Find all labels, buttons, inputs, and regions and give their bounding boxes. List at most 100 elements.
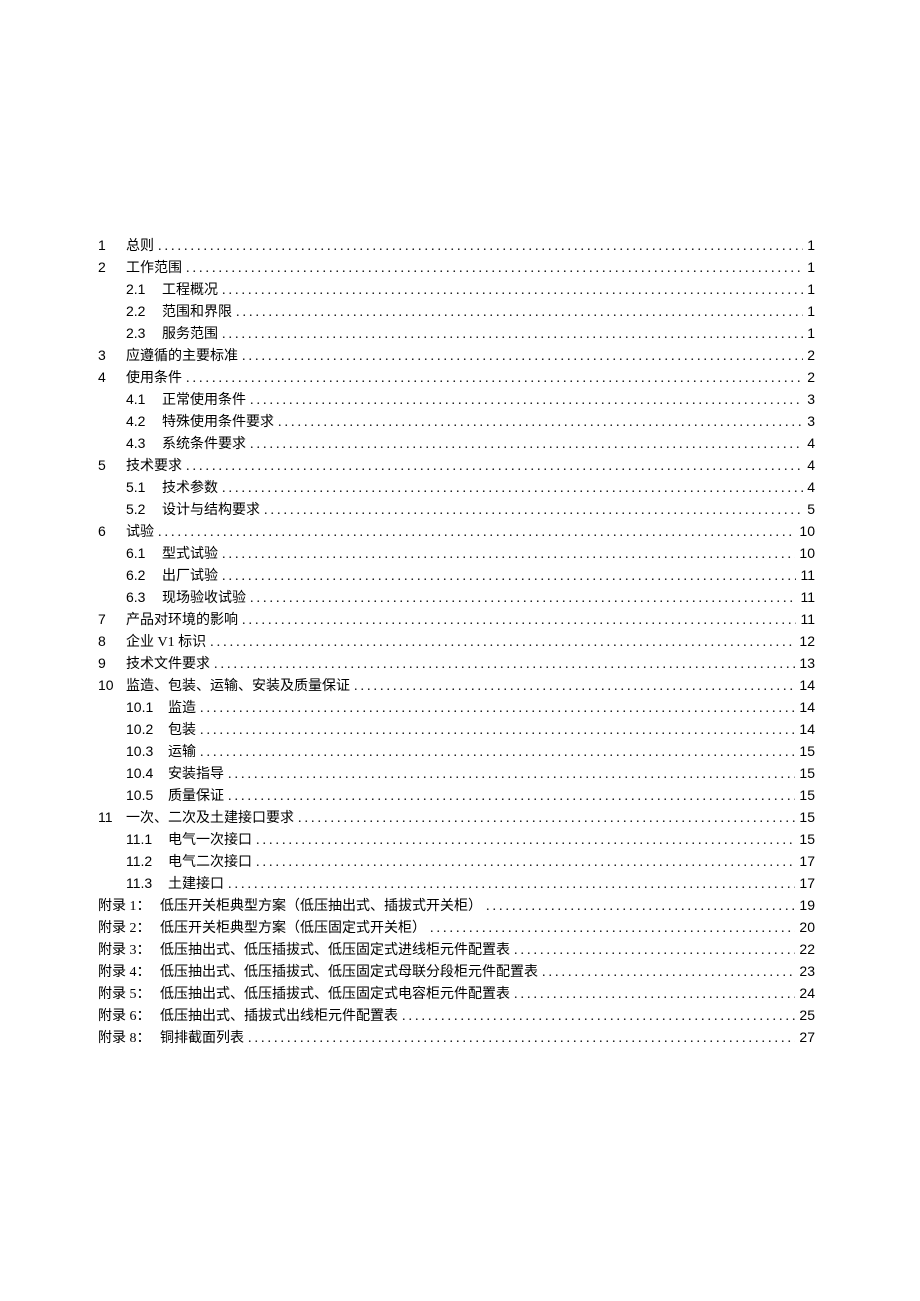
toc-page-number: 1 (803, 279, 815, 300)
toc-number: 3 (98, 345, 126, 366)
toc-entry: 4.3系统条件要求4 (98, 433, 815, 455)
toc-sub-number: 2.2 (126, 301, 162, 322)
toc-number: 9 (98, 653, 126, 674)
toc-title: 工作范围 (126, 258, 186, 279)
toc-entry: 4.1正常使用条件3 (98, 389, 815, 411)
toc-entry: 6.2出厂试验11 (98, 565, 815, 587)
toc-sub-number: 4.2 (126, 411, 162, 432)
toc-title: 低压抽出式、低压插拔式、低压固定式母联分段柜元件配置表 (160, 962, 542, 983)
toc-leader (250, 434, 803, 455)
toc-sub-number: 5.1 (126, 477, 162, 498)
toc-entry: 6试验10 (98, 521, 815, 543)
toc-page-number: 3 (803, 389, 815, 410)
toc-title: 试验 (126, 522, 158, 543)
toc-leader (514, 940, 795, 961)
toc-entry: 附录 8：铜排截面列表27 (98, 1027, 815, 1049)
toc-title: 应遵循的主要标准 (126, 346, 242, 367)
toc-entry: 10.3运输15 (98, 741, 815, 763)
toc-leader (186, 258, 803, 279)
toc-leader (250, 588, 796, 609)
toc-leader (222, 280, 803, 301)
toc-appendix-number: 附录 4： (98, 962, 160, 983)
toc-sub-number: 10.2 (126, 719, 168, 740)
toc-sub-number: 10.3 (126, 741, 168, 762)
toc-leader (210, 632, 795, 653)
toc-title: 技术参数 (162, 478, 222, 499)
toc-number: 6 (98, 521, 126, 542)
toc-page-number: 3 (803, 411, 815, 432)
toc-title: 一次、二次及土建接口要求 (126, 808, 298, 829)
toc-entry: 11.2电气二次接口17 (98, 851, 815, 873)
toc-leader (228, 874, 795, 895)
toc-page-number: 4 (803, 477, 815, 498)
toc-title: 电气一次接口 (168, 830, 256, 851)
toc-number: 5 (98, 455, 126, 476)
toc-leader (242, 610, 796, 631)
toc-page-number: 15 (795, 807, 815, 828)
toc-page-number: 12 (795, 631, 815, 652)
toc-page-number: 19 (795, 895, 815, 916)
toc-entry: 10监造、包装、运输、安装及质量保证14 (98, 675, 815, 697)
toc-title: 低压开关柜典型方案（低压固定式开关柜） (160, 918, 430, 939)
toc-leader (278, 412, 803, 433)
toc-entry: 6.3现场验收试验11 (98, 587, 815, 609)
toc-leader (542, 962, 795, 983)
toc-appendix-number: 附录 6： (98, 1006, 160, 1027)
toc-page-number: 11 (796, 609, 815, 630)
toc-title: 铜排截面列表 (160, 1028, 248, 1049)
toc-leader (200, 742, 795, 763)
toc-title: 范围和界限 (162, 302, 236, 323)
toc-entry: 2工作范围1 (98, 257, 815, 279)
toc-title: 设计与结构要求 (162, 500, 264, 521)
toc-leader (228, 786, 795, 807)
toc-sub-number: 6.2 (126, 565, 162, 586)
toc-page-number: 1 (803, 235, 815, 256)
toc-entry: 2.3服务范围1 (98, 323, 815, 345)
toc-leader (222, 478, 803, 499)
toc-page-number: 13 (795, 653, 815, 674)
toc-entry: 附录 3：低压抽出式、低压插拔式、低压固定式进线柜元件配置表22 (98, 939, 815, 961)
toc-leader (158, 522, 795, 543)
toc-appendix-number: 附录 5： (98, 984, 160, 1005)
toc-title: 包装 (168, 720, 200, 741)
toc-page: 1总则12工作范围12.1工程概况12.2范围和界限12.3服务范围13应遵循的… (0, 0, 920, 1049)
toc-leader (236, 302, 803, 323)
toc-number: 7 (98, 609, 126, 630)
toc-title: 型式试验 (162, 544, 222, 565)
toc-page-number: 2 (803, 345, 815, 366)
toc-title: 电气二次接口 (168, 852, 256, 873)
toc-entry: 10.5质量保证15 (98, 785, 815, 807)
toc-page-number: 4 (803, 433, 815, 454)
toc-entry: 4使用条件2 (98, 367, 815, 389)
toc-page-number: 15 (795, 785, 815, 806)
toc-page-number: 11 (796, 565, 815, 586)
toc-leader (158, 236, 803, 257)
toc-page-number: 10 (795, 543, 815, 564)
toc-title: 企业 V1 标识 (126, 632, 210, 653)
toc-leader (486, 896, 795, 917)
toc-page-number: 14 (795, 675, 815, 696)
toc-leader (514, 984, 795, 1005)
toc-number: 8 (98, 631, 126, 652)
toc-number: 2 (98, 257, 126, 278)
toc-sub-number: 11.3 (126, 873, 168, 894)
toc-page-number: 5 (803, 499, 815, 520)
toc-leader (402, 1006, 795, 1027)
toc-page-number: 15 (795, 829, 815, 850)
toc-entry: 10.4安装指导15 (98, 763, 815, 785)
toc-page-number: 22 (795, 939, 815, 960)
toc-title: 现场验收试验 (162, 588, 250, 609)
toc-leader (186, 368, 803, 389)
toc-entry: 附录 6：低压抽出式、插拔式出线柜元件配置表25 (98, 1005, 815, 1027)
toc-sub-number: 10.5 (126, 785, 168, 806)
toc-title: 低压开关柜典型方案（低压抽出式、插拔式开关柜） (160, 896, 486, 917)
toc-sub-number: 10.4 (126, 763, 168, 784)
toc-leader (228, 764, 795, 785)
toc-page-number: 11 (796, 587, 815, 608)
toc-page-number: 14 (795, 719, 815, 740)
toc-leader (242, 346, 803, 367)
toc-title: 正常使用条件 (162, 390, 250, 411)
toc-title: 运输 (168, 742, 200, 763)
toc-leader (298, 808, 795, 829)
toc-entry: 附录 4：低压抽出式、低压插拔式、低压固定式母联分段柜元件配置表23 (98, 961, 815, 983)
